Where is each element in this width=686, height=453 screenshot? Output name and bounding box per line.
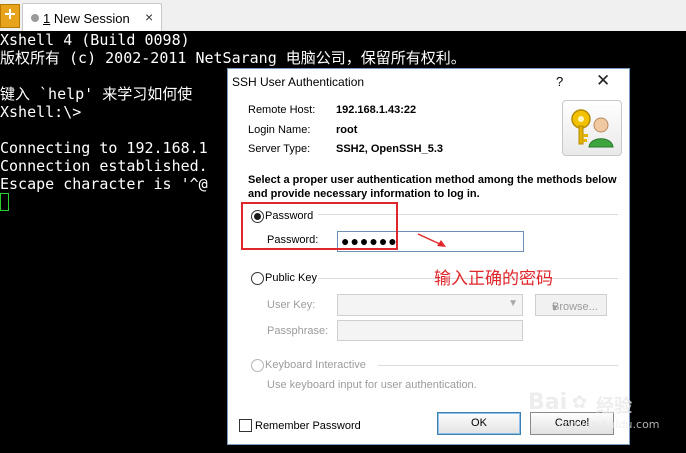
baidu-watermark: Bai ✿ 经验 jingyan.baidu.com bbox=[524, 390, 680, 434]
annotation-arrow-icon bbox=[417, 233, 446, 247]
watermark-url: jingyan.baidu.com bbox=[558, 418, 660, 431]
watermark-brand: Bai bbox=[528, 390, 568, 415]
paw-icon: ✿ bbox=[572, 392, 588, 413]
watermark-brand-suffix: 经验 bbox=[596, 396, 632, 417]
annotation-text: 输入正确的密码 bbox=[434, 269, 553, 288]
